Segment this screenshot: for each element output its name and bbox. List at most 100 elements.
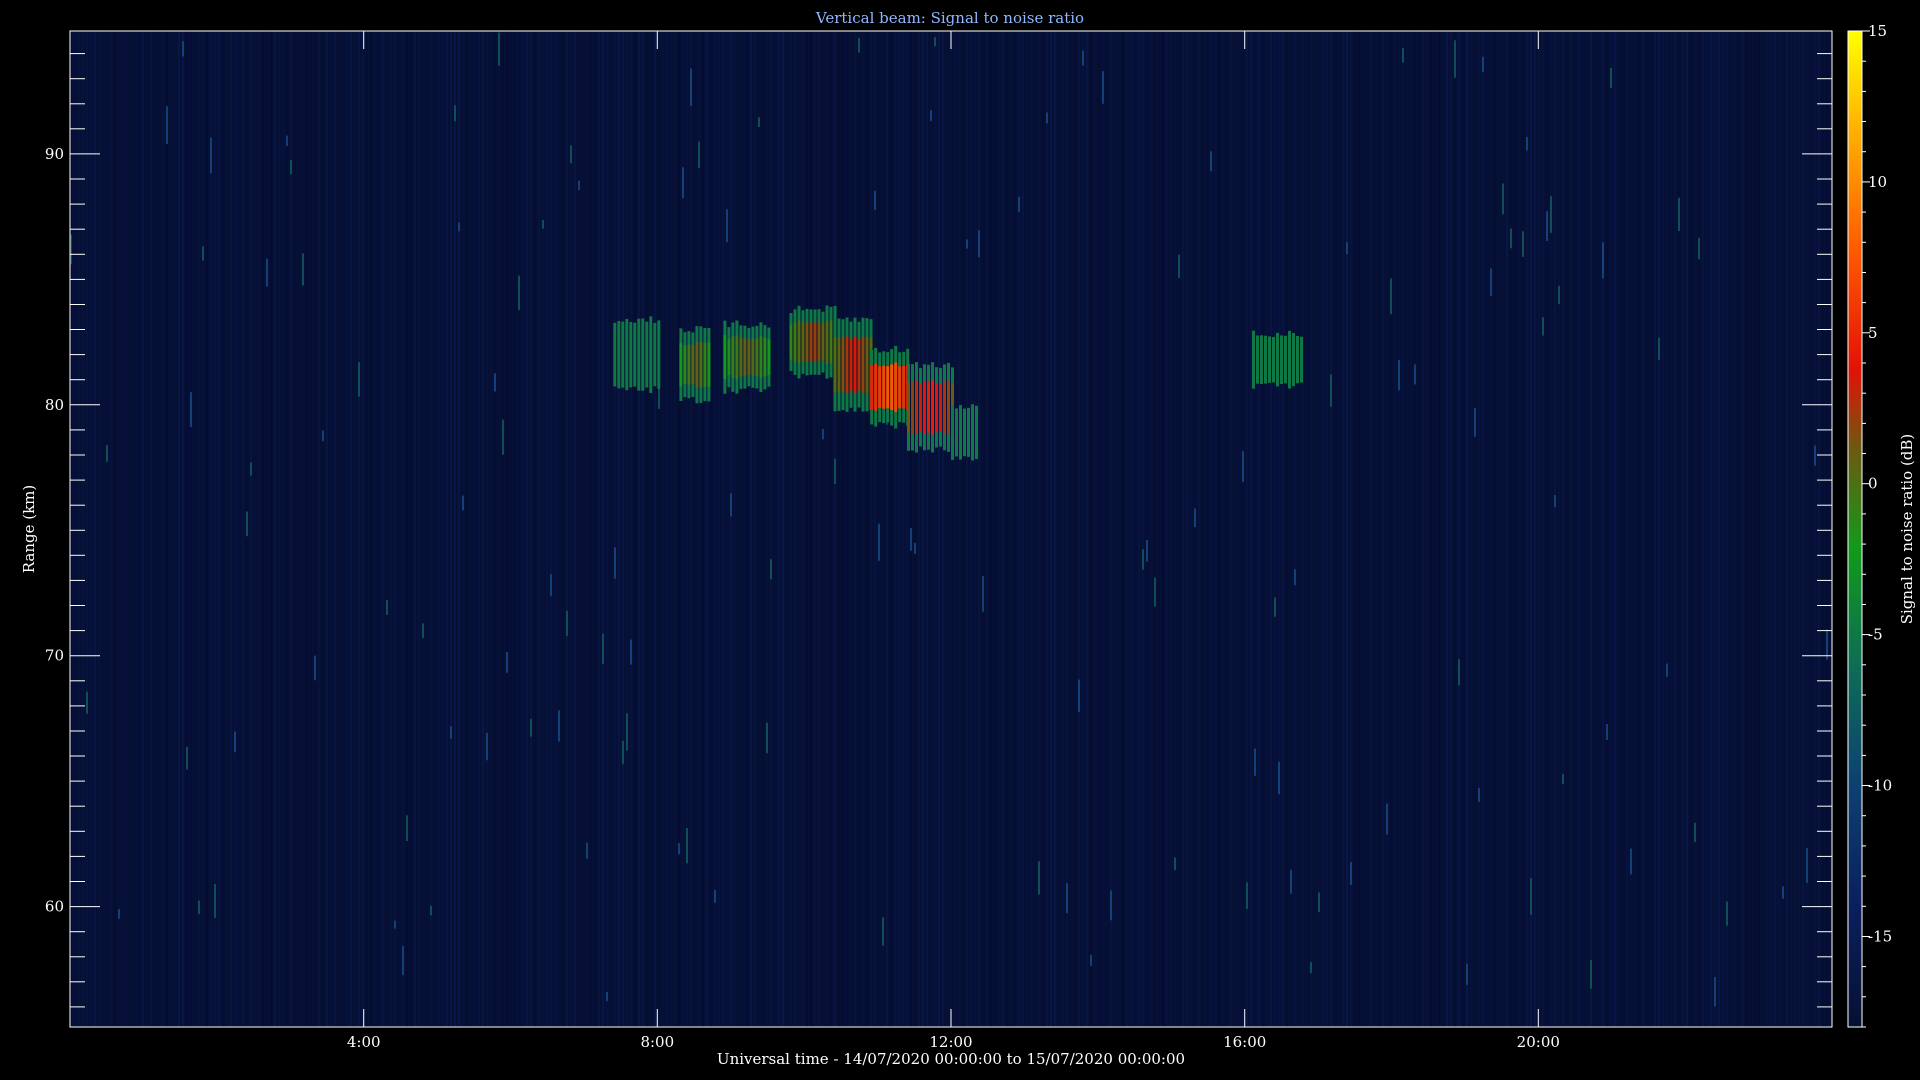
noise-column: [758, 31, 760, 1027]
noise-column: [118, 31, 120, 1027]
noise-column: [678, 31, 680, 1027]
noise-column: [1582, 31, 1584, 1027]
noise-column: [178, 31, 180, 1027]
noise-speck: [1386, 803, 1388, 835]
noise-column: [542, 31, 544, 1027]
noise-column: [90, 31, 92, 1027]
noise-speck: [1046, 112, 1048, 124]
noise-column: [1762, 31, 1764, 1027]
echo-core: [825, 320, 829, 365]
noise-column: [1778, 31, 1780, 1027]
echo-core: [894, 362, 898, 413]
noise-column: [1170, 31, 1172, 1027]
noise-column: [1566, 31, 1568, 1027]
noise-column: [1338, 31, 1340, 1027]
noise-speck: [1350, 862, 1352, 885]
noise-column: [142, 31, 144, 1027]
echo-column: [963, 408, 966, 457]
echo-core: [683, 345, 687, 385]
noise-column: [1282, 31, 1284, 1027]
noise-speck: [1606, 723, 1608, 741]
noise-column: [1590, 31, 1592, 1027]
noise-column: [666, 31, 668, 1027]
noise-speck: [1694, 822, 1696, 843]
noise-column: [634, 31, 636, 1027]
echo-column: [649, 316, 653, 393]
noise-speck: [106, 444, 108, 462]
noise-speck: [1602, 242, 1604, 279]
echo-column: [955, 408, 958, 457]
noise-speck: [622, 740, 624, 765]
noise-speck: [1658, 337, 1660, 360]
noise-column: [210, 31, 212, 1027]
noise-column: [234, 31, 236, 1027]
noise-column: [502, 31, 504, 1027]
noise-column: [1366, 31, 1368, 1027]
noise-speck: [394, 920, 396, 929]
noise-column: [1574, 31, 1576, 1027]
echo-core: [845, 336, 849, 393]
noise-column: [518, 31, 520, 1027]
noise-column: [1238, 31, 1240, 1027]
noise-column: [74, 31, 76, 1027]
noise-column: [806, 31, 808, 1027]
colorbar-tick-label: 15: [1868, 22, 1887, 40]
noise-column: [942, 31, 944, 1027]
noise-column: [350, 31, 352, 1027]
noise-speck: [566, 610, 568, 637]
noise-column: [774, 31, 776, 1027]
noise-speck: [250, 462, 252, 476]
noise-column: [262, 31, 264, 1027]
noise-column: [1174, 31, 1176, 1027]
noise-column: [138, 31, 140, 1027]
noise-column: [1422, 31, 1424, 1027]
noise-column: [902, 31, 904, 1027]
noise-column: [970, 31, 972, 1027]
noise-speck: [678, 843, 680, 855]
echo-core: [759, 336, 763, 379]
noise-column: [862, 31, 864, 1027]
noise-column: [1538, 31, 1540, 1027]
echo-core: [793, 322, 797, 362]
noise-column: [1370, 31, 1372, 1027]
noise-speck: [502, 419, 504, 455]
noise-speck: [714, 890, 716, 903]
noise-column: [374, 31, 376, 1027]
noise-column: [1530, 31, 1532, 1027]
echo-core: [797, 320, 801, 364]
noise-speck: [910, 528, 912, 551]
echo-core: [695, 341, 699, 388]
noise-column: [1082, 31, 1084, 1027]
noise-column: [1058, 31, 1060, 1027]
noise-column: [218, 31, 220, 1027]
noise-speck: [246, 511, 248, 537]
noise-column: [642, 31, 644, 1027]
noise-column: [730, 31, 732, 1027]
noise-column: [450, 31, 452, 1027]
echo-column: [951, 404, 954, 460]
noise-column: [82, 31, 84, 1027]
noise-column: [1618, 31, 1620, 1027]
echo-column: [967, 407, 970, 457]
noise-column: [694, 31, 696, 1027]
echo-core: [833, 336, 837, 393]
noise-column: [386, 31, 388, 1027]
noise-column: [1086, 31, 1088, 1027]
noise-column: [722, 31, 724, 1027]
noise-column: [482, 31, 484, 1027]
noise-column: [546, 31, 548, 1027]
echo-core: [687, 344, 691, 385]
echo-column: [657, 320, 661, 389]
noise-column: [1330, 31, 1332, 1027]
noise-speck: [494, 373, 496, 392]
noise-column: [842, 31, 844, 1027]
noise-speck: [626, 713, 628, 751]
echo-column: [613, 322, 617, 387]
noise-column: [206, 31, 208, 1027]
noise-speck: [1174, 857, 1176, 871]
noise-column: [1702, 31, 1704, 1027]
echo-column: [625, 319, 629, 391]
noise-column: [998, 31, 1000, 1027]
x-axis-label: Universal time - 14/07/2020 00:00:00 to …: [717, 1050, 1185, 1068]
noise-column: [406, 31, 408, 1027]
